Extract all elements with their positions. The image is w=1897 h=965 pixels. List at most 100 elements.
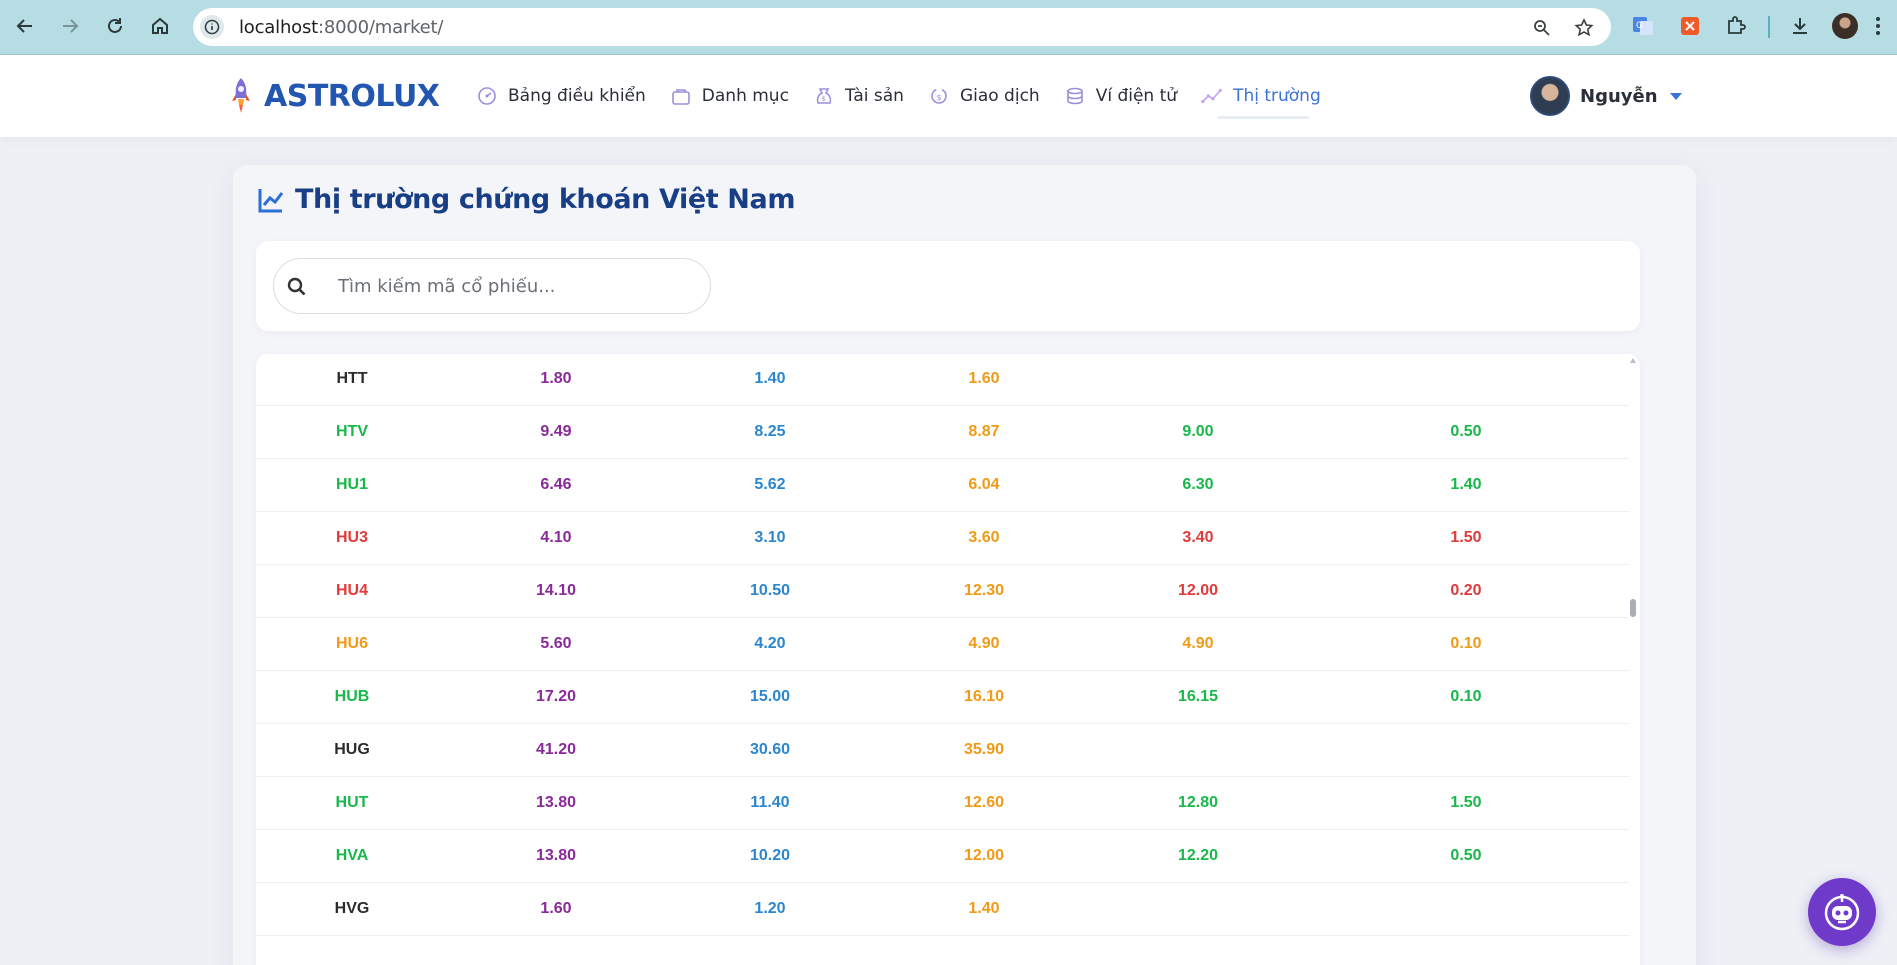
assets-icon: $: [813, 85, 835, 107]
table-row[interactable]: HVA 13.80 10.20 12.00 12.20 0.50: [256, 830, 1629, 883]
price-change: 1.40: [1450, 476, 1482, 493]
price-change: 0.50: [1450, 847, 1482, 864]
app-navbar: ASTROLUX Bảng điều khiển Danh mục $ Tài …: [0, 55, 1897, 137]
floor-price: 4.20: [754, 635, 786, 652]
bookmark-star-icon[interactable]: [1573, 17, 1595, 39]
table-row[interactable]: HTV 9.49 8.25 8.87 9.00 0.50: [256, 406, 1629, 459]
ceiling-price: 1.60: [540, 900, 572, 917]
nav-item-transactions[interactable]: $ Giao dịch: [928, 85, 1040, 107]
match-price: 16.15: [1177, 688, 1219, 705]
download-icon[interactable]: [1788, 14, 1812, 38]
scrollbar-thumb[interactable]: [1630, 599, 1636, 617]
chevron-down-icon: [1669, 92, 1682, 100]
reference-price: 35.90: [963, 741, 1005, 758]
forward-arrow-icon[interactable]: [58, 14, 82, 38]
stock-code: HUG: [334, 741, 370, 758]
nav-item-assets[interactable]: $ Tài sản: [813, 85, 904, 107]
table-row[interactable]: HU3 4.10 3.10 3.60 3.40 1.50: [256, 512, 1629, 565]
floor-price: 8.25: [754, 423, 786, 440]
ceiling-price: 14.10: [535, 582, 577, 599]
page-title: Thị trường chứng khoán Việt Nam: [295, 184, 796, 215]
url-text: localhost:8000/market/: [239, 17, 444, 38]
line-chart-icon: [258, 188, 284, 212]
stock-code: HVA: [335, 847, 369, 864]
ceiling-price: 1.80: [540, 370, 572, 387]
extensions-puzzle-icon[interactable]: [1724, 14, 1748, 38]
ceiling-price: 6.46: [540, 476, 572, 493]
back-arrow-icon[interactable]: [13, 14, 37, 38]
nav-item-label: Ví điện tử: [1095, 86, 1178, 106]
browser-menu-icon[interactable]: [1866, 14, 1890, 38]
floor-price: 10.50: [749, 582, 791, 599]
match-price: 12.80: [1177, 794, 1219, 811]
price-change: 1.50: [1450, 794, 1482, 811]
google-translate-icon[interactable]: G: [1631, 14, 1655, 38]
ceiling-price: 17.20: [535, 688, 577, 705]
ceiling-price: 13.80: [535, 847, 577, 864]
reload-icon[interactable]: [103, 14, 127, 38]
table-scrollbar[interactable]: [1629, 354, 1637, 965]
table-row[interactable]: HU6 5.60 4.20 4.90 4.90 0.10: [256, 618, 1629, 671]
price-change: 0.10: [1450, 688, 1482, 705]
scroll-up-arrow-icon[interactable]: [1630, 358, 1636, 363]
stock-table: HTT 1.80 1.40 1.60 HTV 9.49 8.25 8.87 9.00 0.50 HU…: [256, 354, 1640, 965]
extension-orange-icon[interactable]: [1678, 14, 1702, 38]
stock-code: HU1: [335, 476, 368, 493]
portfolio-icon: [670, 85, 692, 107]
stock-code: HU4: [335, 582, 368, 599]
stock-code: HU3: [335, 529, 368, 546]
ceiling-price: 13.80: [535, 794, 577, 811]
table-row[interactable]: HUG 41.20 30.60 35.90: [256, 724, 1629, 777]
reference-price: 1.40: [968, 900, 1000, 917]
table-row[interactable]: HUB 17.20 15.00 16.10 16.15 0.10: [256, 671, 1629, 724]
match-price: 3.40: [1182, 529, 1214, 546]
floor-price: 3.10: [754, 529, 786, 546]
nav-item-label: Tài sản: [844, 86, 904, 106]
reference-price: 8.87: [968, 423, 1000, 440]
user-menu[interactable]: Nguyễn: [1530, 76, 1682, 116]
reference-price: 3.60: [968, 529, 1000, 546]
dashboard-icon: [476, 85, 498, 107]
floor-price: 5.62: [754, 476, 786, 493]
stock-code: HTV: [336, 423, 368, 440]
chatbot-button[interactable]: [1808, 878, 1876, 946]
user-avatar: [1530, 76, 1570, 116]
ceiling-price: 4.10: [540, 529, 572, 546]
home-icon[interactable]: [148, 14, 172, 38]
search-input[interactable]: [338, 273, 688, 299]
brand-logo[interactable]: ASTROLUX: [230, 77, 440, 115]
floor-price: 11.40: [750, 794, 790, 811]
reference-price: 12.60: [963, 794, 1005, 811]
transaction-icon: $: [928, 85, 950, 107]
reference-price: 12.30: [963, 582, 1005, 599]
table-row[interactable]: HUT 13.80 11.40 12.60 12.80 1.50: [256, 777, 1629, 830]
site-info-icon[interactable]: [200, 15, 224, 39]
svg-text:$: $: [821, 95, 825, 103]
stock-code: HU6: [335, 635, 368, 652]
browser-toolbar: localhost:8000/market/ G: [0, 0, 1897, 55]
match-price: 9.00: [1182, 423, 1214, 440]
reference-price: 6.04: [968, 476, 1000, 493]
table-row[interactable]: HTT 1.80 1.40 1.60: [256, 354, 1629, 406]
floor-price: 15.00: [749, 688, 791, 705]
nav-item-label: Giao dịch: [959, 86, 1040, 106]
search-box[interactable]: [273, 258, 711, 314]
table-row[interactable]: HVG 1.60 1.20 1.40: [256, 883, 1629, 936]
reference-price: 1.60: [968, 370, 1000, 387]
table-row[interactable]: HU4 14.10 10.50 12.30 12.00 0.20: [256, 565, 1629, 618]
match-price: 12.20: [1177, 847, 1219, 864]
reference-price: 12.00: [963, 847, 1005, 864]
nav-item-portfolio[interactable]: Danh mục: [670, 85, 789, 107]
browser-profile-avatar[interactable]: [1832, 13, 1858, 39]
nav-item-market[interactable]: Thị trường: [1201, 85, 1321, 119]
table-row[interactable]: HU1 6.46 5.62 6.04 6.30 1.40: [256, 459, 1629, 512]
user-name: Nguyễn: [1580, 85, 1658, 107]
nav-item-dashboard[interactable]: Bảng điều khiển: [476, 85, 646, 107]
zoom-icon[interactable]: [1531, 17, 1553, 39]
floor-price: 1.40: [754, 370, 786, 387]
nav-item-wallet[interactable]: Ví điện tử: [1064, 85, 1177, 107]
price-change: 0.50: [1450, 423, 1482, 440]
address-bar[interactable]: localhost:8000/market/: [193, 8, 1611, 46]
floor-price: 30.60: [749, 741, 791, 758]
rocket-icon: [232, 78, 250, 113]
